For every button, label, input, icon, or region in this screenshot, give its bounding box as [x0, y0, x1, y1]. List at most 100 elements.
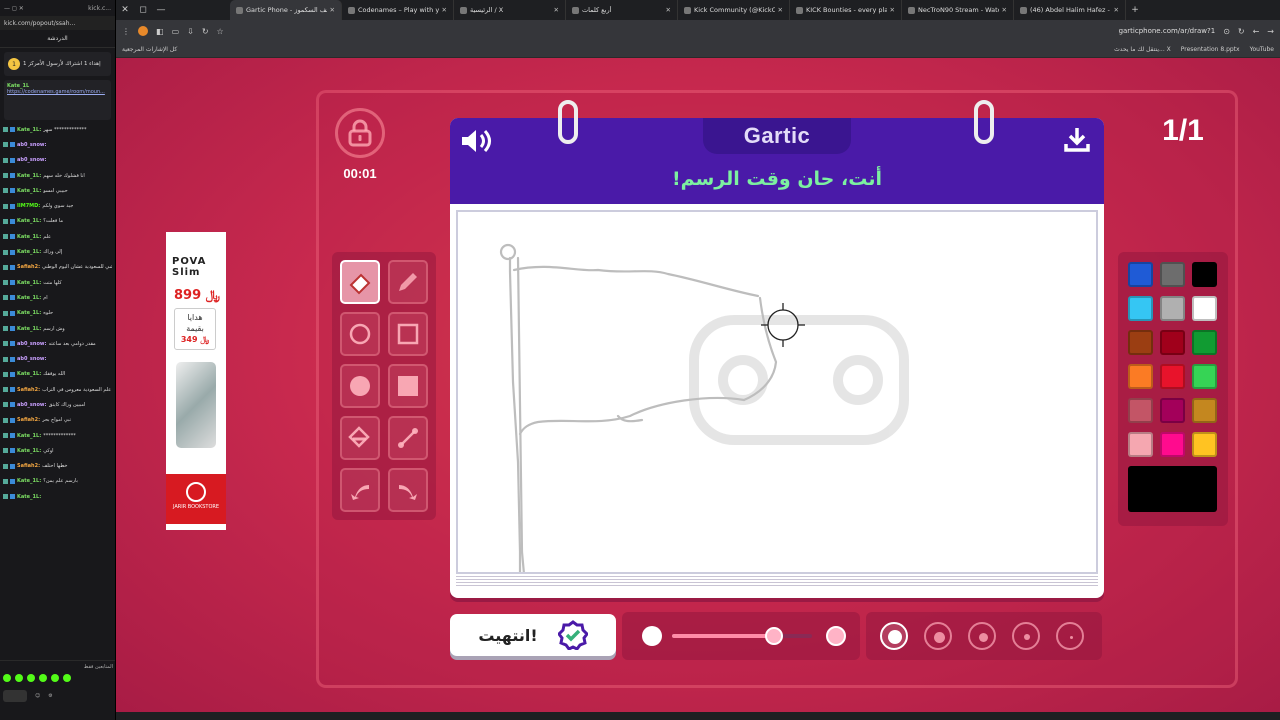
- chat-username[interactable]: Kate_1L:: [17, 234, 41, 240]
- chat-username[interactable]: Safiah2:: [17, 463, 40, 469]
- color-swatch[interactable]: [1128, 262, 1153, 287]
- tab-close-icon[interactable]: ✕: [442, 6, 447, 14]
- chat-username[interactable]: Safiah2:: [17, 417, 40, 423]
- color-swatch[interactable]: [1128, 364, 1153, 389]
- browser-tab[interactable]: KICK Bounties - every player fo...✕: [790, 0, 902, 20]
- close-window-icon[interactable]: ✕: [116, 5, 134, 15]
- bookmark-x[interactable]: ينتقل لك ما يحدث... X: [1114, 46, 1171, 53]
- ellipse-outline-tool[interactable]: [340, 312, 380, 356]
- chat-username[interactable]: Kate_1L:: [17, 448, 41, 454]
- brush-size-option[interactable]: [924, 622, 952, 650]
- color-swatch[interactable]: [1128, 432, 1153, 457]
- color-swatch[interactable]: [1192, 296, 1217, 321]
- emote-bar[interactable]: [3, 674, 113, 682]
- color-swatch[interactable]: [1128, 330, 1153, 355]
- browser-tab[interactable]: Kick Community (@KickComm...✕: [678, 0, 790, 20]
- chat-username[interactable]: ab0_snow:: [17, 341, 47, 347]
- lock-button[interactable]: [335, 108, 385, 158]
- color-swatch[interactable]: [1128, 398, 1153, 423]
- rectangle-outline-tool[interactable]: [388, 312, 428, 356]
- chat-username[interactable]: Kate_1L:: [17, 188, 41, 194]
- cast-icon[interactable]: ▭: [172, 27, 180, 36]
- profile-avatar[interactable]: [138, 26, 148, 36]
- new-tab-icon[interactable]: +: [1126, 5, 1144, 15]
- browser-tab[interactable]: أربع كلمات ✕: [566, 0, 678, 20]
- settings-icon[interactable]: ⚙: [48, 693, 52, 699]
- forward-icon[interactable]: →: [1267, 27, 1274, 36]
- chat-avatar[interactable]: [3, 690, 27, 702]
- browser-tab[interactable]: Codenames – Play with your F...✕: [342, 0, 454, 20]
- eraser-tool[interactable]: [340, 260, 380, 304]
- download-icon[interactable]: [1064, 126, 1090, 152]
- undo-tool[interactable]: [340, 468, 380, 512]
- tab-close-icon[interactable]: ✕: [1002, 6, 1007, 14]
- color-swatch[interactable]: [1160, 364, 1185, 389]
- chat-username[interactable]: Kate_1L:: [17, 371, 41, 377]
- tab-close-icon[interactable]: ✕: [666, 6, 671, 14]
- chat-popout-url[interactable]: kick.com/popout/ssah...: [0, 16, 115, 30]
- rectangle-filled-tool[interactable]: [388, 364, 428, 408]
- color-swatch[interactable]: [1160, 262, 1185, 287]
- done-button[interactable]: انتهيت!: [450, 614, 616, 656]
- chat-username[interactable]: Kate_1L:: [17, 127, 41, 133]
- chat-username[interactable]: Safiah2:: [17, 387, 40, 393]
- window-controls[interactable]: — ◻ ✕: [4, 5, 24, 12]
- sound-icon[interactable]: [460, 128, 494, 154]
- advertisement[interactable]: POVA Slim 899 ﷼ هدايا بقيمة 349 ﷼ JARIR …: [166, 232, 226, 530]
- minimize-window-icon[interactable]: —: [152, 5, 170, 15]
- refresh-icon[interactable]: ↻: [1238, 27, 1245, 36]
- chat-username[interactable]: ab0_snow:: [17, 402, 47, 408]
- fill-bucket-tool[interactable]: [340, 416, 380, 460]
- browser-tab[interactable]: (46) Abdel Halim Hafez - A...✕: [1014, 0, 1126, 20]
- reload-icon[interactable]: ↻: [202, 27, 209, 36]
- chat-username[interactable]: ab0_snow:: [17, 356, 47, 362]
- chat-username[interactable]: Kate_1L:: [17, 310, 41, 316]
- chat-username[interactable]: Kate_1L:: [17, 218, 41, 224]
- back-icon[interactable]: ←: [1253, 27, 1260, 36]
- chat-username[interactable]: Kate_1L:: [17, 173, 41, 179]
- line-tool[interactable]: [388, 416, 428, 460]
- bookmark-presentation[interactable]: Presentation 8.pptx: [1181, 46, 1240, 53]
- pinned-message-link[interactable]: https://codenames.game/room/moun...: [7, 89, 108, 95]
- chat-username[interactable]: ab0_snow:: [17, 142, 47, 148]
- browser-tab[interactable]: NecTroN90 Stream - Watch Liv...✕: [902, 0, 1014, 20]
- chat-username[interactable]: Kate_1L:: [17, 494, 41, 500]
- tab-close-icon[interactable]: ✕: [1114, 6, 1119, 14]
- site-info-icon[interactable]: ⊙: [1223, 27, 1230, 36]
- chat-username[interactable]: Kate_1L:: [17, 249, 41, 255]
- opacity-slider-track[interactable]: [672, 627, 812, 645]
- menu-icon[interactable]: ⋮: [122, 27, 130, 36]
- color-swatch[interactable]: [1160, 296, 1185, 321]
- chat-username[interactable]: ab0_snow:: [17, 157, 47, 163]
- color-swatch[interactable]: [1128, 296, 1153, 321]
- chat-username[interactable]: Safiah2:: [17, 264, 40, 270]
- emoji-icon[interactable]: ☺: [35, 693, 40, 699]
- color-swatch[interactable]: [1192, 330, 1217, 355]
- chat-username[interactable]: IIM7MD:: [17, 203, 40, 209]
- tab-close-icon[interactable]: ✕: [330, 6, 335, 14]
- ellipse-filled-tool[interactable]: [340, 364, 380, 408]
- all-bookmarks[interactable]: كل الإشارات المرجعية: [122, 46, 177, 53]
- install-icon[interactable]: ⇩: [187, 27, 194, 36]
- chat-message-list[interactable]: Kate_1L: سهر ************* ab0_snow: ab0_sn…: [0, 122, 115, 504]
- maximize-window-icon[interactable]: ◻: [134, 5, 152, 15]
- chat-username[interactable]: Kate_1L:: [17, 295, 41, 301]
- redo-tool[interactable]: [388, 468, 428, 512]
- star-icon[interactable]: ☆: [217, 27, 224, 36]
- chat-username[interactable]: Kate_1L:: [17, 326, 41, 332]
- drawing-canvas[interactable]: [456, 210, 1098, 574]
- tab-close-icon[interactable]: ✕: [778, 6, 783, 14]
- browser-tab[interactable]: Gartic Phone - الهاتف السكموز✕: [230, 0, 342, 20]
- url-field[interactable]: garticphone.com/ar/draw?1: [232, 27, 1216, 35]
- color-swatch[interactable]: [1192, 262, 1217, 287]
- extensions-icon[interactable]: ◧: [156, 27, 164, 36]
- color-swatch[interactable]: [1160, 330, 1185, 355]
- tab-close-icon[interactable]: ✕: [554, 6, 559, 14]
- color-swatch[interactable]: [1192, 432, 1217, 457]
- color-swatch[interactable]: [1160, 432, 1185, 457]
- brush-size-option[interactable]: [880, 622, 908, 650]
- pencil-tool[interactable]: [388, 260, 428, 304]
- opacity-slider-knob[interactable]: [765, 627, 784, 645]
- browser-tab[interactable]: الرئيسية / X ✕: [454, 0, 566, 20]
- color-swatch[interactable]: [1192, 364, 1217, 389]
